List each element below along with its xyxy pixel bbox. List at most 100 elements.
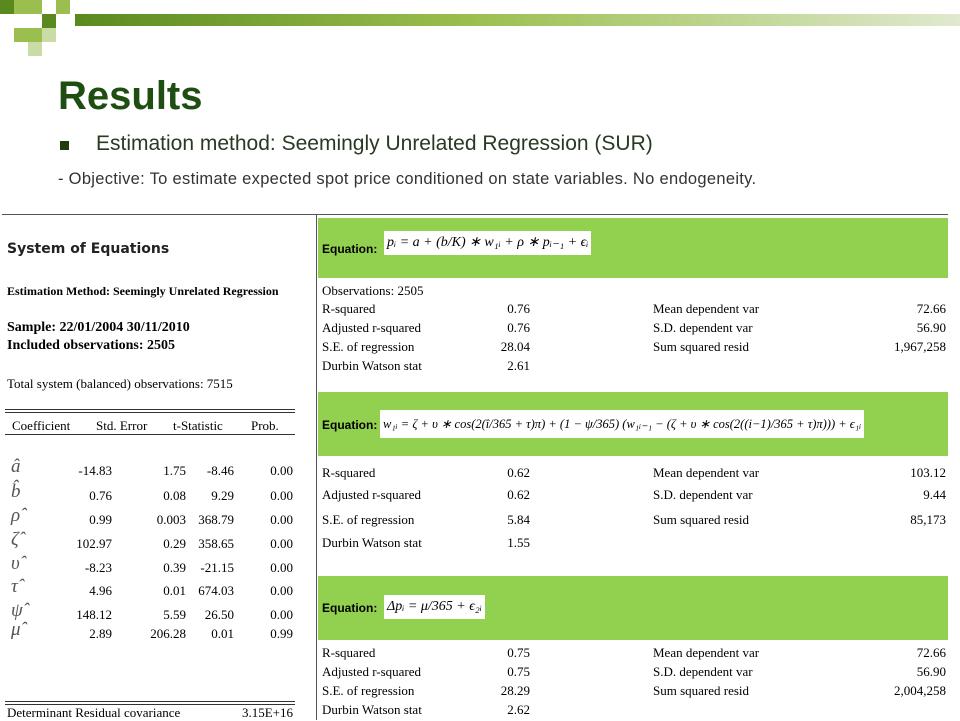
stat-label-2: S.D. dependent var (653, 320, 753, 335)
stat-value: 2.62 (507, 702, 530, 717)
stat-label: Durbin Watson stat (322, 702, 422, 717)
stat-label-2: Mean dependent var (653, 465, 760, 480)
stat-value-2: 103.12 (910, 465, 946, 480)
left-heading: System of Equations (7, 241, 170, 257)
header-square (42, 14, 56, 28)
coef-value: 148.12 (76, 607, 112, 622)
equation-2-label: Equation: (322, 418, 378, 432)
observations: Observations: 2505 (322, 283, 424, 298)
det-value: 3.15E+16 (241, 705, 293, 720)
coef-table-top (5, 412, 295, 413)
stat-label: Adjusted r-squared (322, 487, 422, 502)
stat-label-2: Mean dependent var (653, 301, 760, 316)
stat-label: R-squared (322, 301, 376, 316)
bullet-marker (60, 141, 69, 150)
det-label: Determinant Residual covariance (7, 705, 181, 720)
header-bar (75, 14, 960, 26)
coef-table-top (5, 409, 295, 410)
stat-label-2: Sum squared resid (653, 683, 750, 698)
coef-value: -8.23 (84, 560, 112, 575)
coef-symbol: ζ̂ (11, 529, 19, 550)
header-square (28, 42, 42, 56)
coef-symbol: υ̂ (11, 553, 20, 574)
col-prob: Prob. (251, 418, 279, 433)
coef-symbol: τ̂ (11, 576, 18, 597)
equation-3-label: Equation: (322, 601, 378, 615)
included-observations: Included observations: 2505 (7, 338, 176, 353)
coef-table-header-rule (5, 434, 295, 435)
stat-label: S.E. of regression (322, 512, 415, 527)
stat-value: 0.76 (507, 320, 530, 335)
prob-value: 0.00 (270, 583, 293, 598)
col-std-error: Std. Error (96, 418, 148, 433)
slide-title: Results (58, 74, 203, 118)
objective-text: - Objective: To estimate expected spot p… (58, 170, 757, 188)
stat-value-2: 9.44 (923, 487, 946, 502)
stat-value-2: 2,004,258 (894, 683, 946, 698)
prob-value: 0.00 (270, 512, 293, 527)
equation-3-formula: Δpᵢ = μ/365 + ϵ₂ᵢ (384, 595, 485, 619)
header-square (56, 0, 70, 14)
stat-value: 2.61 (507, 358, 530, 373)
stat-value: 28.29 (500, 683, 530, 698)
coef-value: 102.97 (76, 536, 112, 551)
coef-symbol: â (11, 456, 21, 477)
stat-value: 0.76 (507, 301, 530, 316)
stat-value-2: 72.66 (916, 645, 946, 660)
stat-label: S.E. of regression (322, 683, 415, 698)
stat-label: Adjusted r-squared (322, 664, 422, 679)
stat-value-2: 1,967,258 (894, 339, 946, 354)
col-coefficient: Coefficient (12, 418, 71, 433)
sample-range: Sample: 22/01/2004 30/11/2010 (7, 320, 190, 335)
stat-label-2: S.D. dependent var (653, 487, 753, 502)
stat-label-2: Mean dependent var (653, 645, 760, 660)
stat-label-2: Sum squared resid (653, 339, 750, 354)
prob-value: 0.00 (270, 560, 293, 575)
stat-label: R-squared (322, 645, 376, 660)
header-square (28, 0, 42, 14)
header-square (28, 28, 42, 42)
stat-value: 0.75 (507, 645, 530, 660)
estimation-method: Estimation Method: Seemingly Unrelated R… (7, 284, 279, 298)
coef-symbol: μ̂ (11, 619, 21, 640)
coef-value: 0.76 (89, 488, 112, 503)
stat-value-2: 85,173 (910, 512, 946, 527)
coef-value: -14.83 (78, 463, 112, 478)
stat-label: Durbin Watson stat (322, 535, 422, 550)
coef-value: 4.96 (89, 583, 112, 598)
stat-label-2: S.D. dependent var (653, 664, 753, 679)
stat-label: Adjusted r-squared (322, 320, 422, 335)
frame-top (2, 214, 948, 215)
prob-value: 0.00 (270, 607, 293, 622)
stat-value: 0.62 (507, 465, 530, 480)
bullet-text: Estimation method: Seemingly Unrelated R… (96, 132, 653, 155)
stat-label-2: Sum squared resid (653, 512, 750, 527)
header-square (42, 28, 56, 42)
stat-value: 1.55 (507, 535, 530, 550)
stat-value: 5.84 (507, 512, 530, 527)
col-t-statistic: t-Statistic (173, 418, 223, 433)
equation-1-label: Equation: (322, 242, 378, 256)
header-square (14, 0, 28, 14)
prob-value: 0.00 (270, 536, 293, 551)
prob-value: 0.00 (270, 463, 293, 478)
stat-label: Durbin Watson stat (322, 358, 422, 373)
frame-divider (316, 214, 317, 720)
prob-value: 0.00 (270, 488, 293, 503)
stat-value: 0.75 (507, 664, 530, 679)
stat-value-2: 56.90 (916, 664, 946, 679)
stat-value: 0.62 (507, 487, 530, 502)
equation-1-formula: pᵢ = a + (b/K) ∗ w₁ᵢ + ρ ∗ pᵢ₋₁ + ϵᵢ (384, 231, 592, 255)
total-observations: Total system (balanced) observations: 75… (7, 376, 233, 391)
header-square (14, 28, 28, 42)
stat-label: R-squared (322, 465, 376, 480)
stat-label: S.E. of regression (322, 339, 415, 354)
prob-value: 0.99 (270, 626, 293, 641)
equation-2-formula: w₁ᵢ = ζ + υ ∗ cos(2(î/365 + τ)π) + (1 − … (380, 410, 865, 438)
det-rule (5, 701, 295, 702)
coef-symbol: ρ̂ (11, 505, 21, 526)
coef-symbol: b̂ (11, 481, 21, 502)
stat-value-2: 72.66 (916, 301, 946, 316)
coef-value: 0.99 (89, 512, 112, 527)
stat-value-2: 56.90 (916, 320, 946, 335)
